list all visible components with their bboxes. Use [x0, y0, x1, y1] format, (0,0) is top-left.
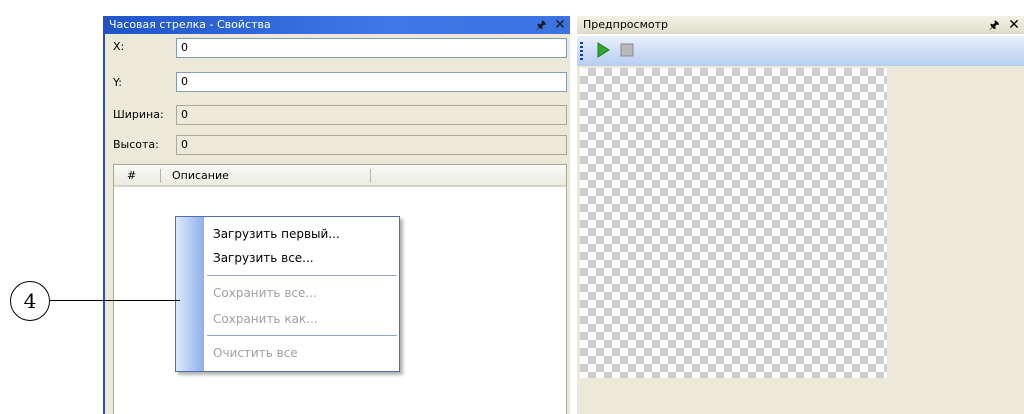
y-label: Y: [113, 76, 122, 89]
menu-item-save-all: Сохранить все... [213, 286, 317, 300]
y-field[interactable]: 0 [176, 72, 567, 92]
properties-panel-title: Часовая стрелка - Свойства [105, 16, 570, 34]
menu-item-load-first[interactable]: Загрузить первый... [213, 222, 340, 246]
toolbar-grip[interactable] [580, 42, 583, 60]
height-label: Высота: [113, 138, 159, 151]
column-separator[interactable] [370, 169, 371, 183]
preview-toolbar [577, 36, 1024, 66]
stop-icon[interactable] [620, 43, 634, 57]
pin-icon[interactable]: 🖈 [986, 16, 1002, 34]
menu-icon-strip [176, 217, 204, 371]
height-field[interactable]: 0 [176, 135, 567, 155]
menu-item-clear-all: Очистить все [213, 346, 298, 360]
menu-separator [207, 275, 397, 276]
x-field[interactable]: 0 [176, 38, 567, 58]
play-icon[interactable] [595, 42, 611, 58]
preview-canvas [580, 68, 887, 378]
column-header-description[interactable]: Описание [172, 165, 229, 187]
preview-panel-title: Предпросмотр [577, 16, 1024, 34]
width-label: Ширина: [113, 108, 164, 121]
menu-item-save-as: Сохранить как... [213, 312, 318, 326]
close-icon[interactable]: ✕ [1005, 16, 1023, 34]
width-field[interactable]: 0 [176, 105, 567, 125]
x-label: X: [113, 40, 125, 53]
column-header-number[interactable]: # [127, 165, 136, 187]
pin-icon[interactable]: 🖈 [533, 16, 549, 34]
callout-number: 4 [10, 281, 50, 321]
menu-separator [207, 335, 397, 336]
callout-line [50, 300, 180, 301]
menu-item-load-all[interactable]: Загрузить все... [213, 246, 314, 270]
column-separator[interactable] [160, 169, 161, 183]
close-icon[interactable]: ✕ [552, 16, 568, 34]
